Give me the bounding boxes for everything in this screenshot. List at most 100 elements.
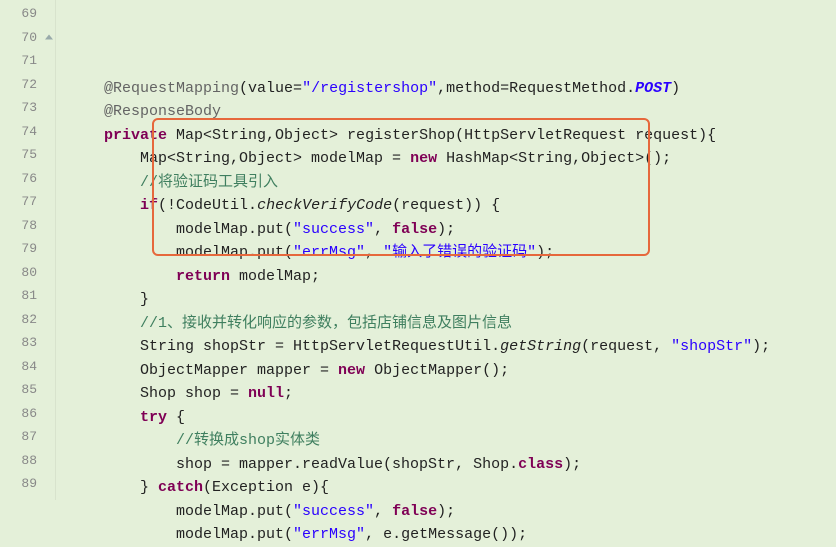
line-number: 69	[0, 2, 55, 26]
line-number: 73	[0, 96, 55, 120]
code-editor: 6970717273747576777879808182838485868788…	[0, 0, 836, 500]
line-number: 84	[0, 355, 55, 379]
code-token	[68, 174, 140, 191]
code-token: checkVerifyCode	[257, 197, 392, 214]
code-token: , e.getMessage());	[365, 526, 527, 543]
code-token: );	[563, 456, 581, 473]
code-token: false	[392, 503, 437, 520]
code-token: new	[338, 362, 365, 379]
code-token: private	[104, 127, 167, 144]
code-line: Map<String,Object> modelMap = new HashMa…	[56, 147, 836, 171]
code-token	[68, 127, 104, 144]
code-token: {	[167, 409, 185, 426]
code-line: @RequestMapping(value="/registershop",me…	[56, 77, 836, 101]
code-line: String shopStr = HttpServletRequestUtil.…	[56, 335, 836, 359]
code-token: modelMap;	[230, 268, 320, 285]
code-token: }	[68, 479, 158, 496]
line-number: 70	[0, 26, 55, 50]
line-number: 80	[0, 261, 55, 285]
code-token: getString	[500, 338, 581, 355]
code-line: try {	[56, 406, 836, 430]
line-number-gutter: 6970717273747576777879808182838485868788…	[0, 0, 56, 500]
code-line: //1、接收并转化响应的参数，包括店铺信息及图片信息	[56, 312, 836, 336]
code-line: //将验证码工具引入	[56, 171, 836, 195]
code-area: @RequestMapping(value="/registershop",me…	[56, 0, 836, 500]
code-token: modelMap.put(	[68, 244, 293, 261]
code-line: modelMap.put("errMsg", e.getMessage());	[56, 523, 836, 547]
code-token: @RequestMapping	[104, 80, 239, 97]
code-token: POST	[635, 80, 671, 97]
code-token: );	[752, 338, 770, 355]
code-token: "success"	[293, 221, 374, 238]
code-token: );	[437, 503, 455, 520]
code-token: ,	[374, 221, 392, 238]
code-token	[68, 268, 176, 285]
line-number: 77	[0, 190, 55, 214]
line-number: 78	[0, 214, 55, 238]
line-number: 86	[0, 402, 55, 426]
code-token	[68, 197, 140, 214]
code-line: modelMap.put("success", false);	[56, 500, 836, 524]
line-number: 76	[0, 167, 55, 191]
code-token: String shopStr = HttpServletRequestUtil.	[68, 338, 500, 355]
code-token: modelMap.put(	[68, 221, 293, 238]
code-token: (!CodeUtil.	[158, 197, 257, 214]
code-token: );	[437, 221, 455, 238]
code-token: (request,	[581, 338, 671, 355]
code-token: );	[536, 244, 554, 261]
code-token: //1、接收并转化响应的参数，包括店铺信息及图片信息	[140, 315, 512, 332]
code-line: }	[56, 288, 836, 312]
code-token: ObjectMapper mapper =	[68, 362, 338, 379]
line-number: 71	[0, 49, 55, 73]
code-token	[68, 103, 104, 120]
code-line: shop = mapper.readValue(shopStr, Shop.cl…	[56, 453, 836, 477]
code-token: "errMsg"	[293, 244, 365, 261]
code-token: try	[140, 409, 167, 426]
code-token: return	[176, 268, 230, 285]
code-token: }	[68, 291, 149, 308]
line-number: 83	[0, 331, 55, 355]
code-token: "errMsg"	[293, 526, 365, 543]
code-token: Map<String,Object> modelMap =	[68, 150, 410, 167]
code-token: ,method=RequestMethod.	[437, 80, 635, 97]
line-number: 89	[0, 472, 55, 496]
code-line: return modelMap;	[56, 265, 836, 289]
line-number: 85	[0, 378, 55, 402]
code-token: modelMap.put(	[68, 526, 293, 543]
code-token: @ResponseBody	[104, 103, 221, 120]
code-token: modelMap.put(	[68, 503, 293, 520]
code-token: false	[392, 221, 437, 238]
code-line: Shop shop = null;	[56, 382, 836, 406]
code-token: ,	[365, 244, 383, 261]
code-token: if	[140, 197, 158, 214]
code-line	[56, 53, 836, 77]
code-token	[68, 409, 140, 426]
code-token	[68, 315, 140, 332]
code-token: new	[410, 150, 437, 167]
code-token: //将验证码工具引入	[140, 174, 278, 191]
code-token: //转换成shop实体类	[176, 432, 320, 449]
line-number: 82	[0, 308, 55, 332]
code-token: )	[671, 80, 680, 97]
code-token: ,	[374, 503, 392, 520]
code-token: null	[248, 385, 284, 402]
code-token: HashMap<String,Object>();	[437, 150, 671, 167]
code-line: //转换成shop实体类	[56, 429, 836, 453]
line-number: 79	[0, 237, 55, 261]
line-number: 74	[0, 120, 55, 144]
line-number: 81	[0, 284, 55, 308]
code-line: if(!CodeUtil.checkVerifyCode(request)) {	[56, 194, 836, 218]
code-token: "/registershop"	[302, 80, 437, 97]
code-line: private Map<String,Object> registerShop(…	[56, 124, 836, 148]
code-token: ;	[284, 385, 293, 402]
code-token: (request)) {	[392, 197, 500, 214]
code-token: Map<String,Object> registerShop(HttpServ…	[167, 127, 716, 144]
code-token: (value=	[239, 80, 302, 97]
code-line: } catch(Exception e){	[56, 476, 836, 500]
code-line: ObjectMapper mapper = new ObjectMapper()…	[56, 359, 836, 383]
code-token: "输入了错误的验证码"	[383, 244, 536, 261]
code-token	[68, 80, 104, 97]
code-token	[68, 432, 176, 449]
line-number: 75	[0, 143, 55, 167]
code-token: (Exception e){	[203, 479, 329, 496]
